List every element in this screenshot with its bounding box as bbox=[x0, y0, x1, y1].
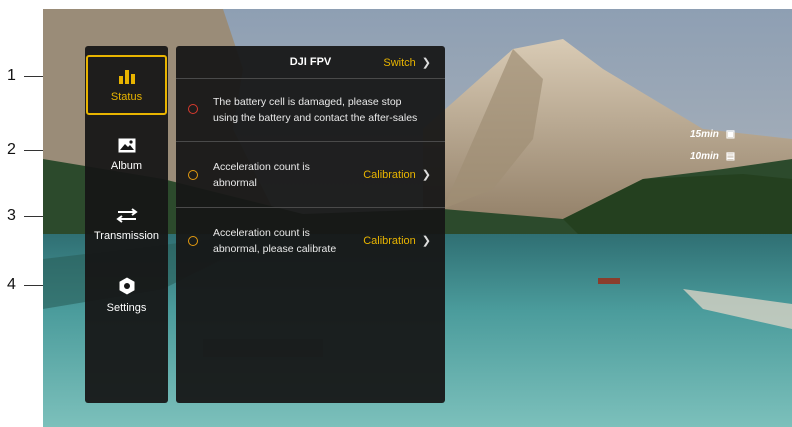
sidebar: Status Album Transmission Settings bbox=[85, 46, 168, 403]
warning-icon bbox=[188, 236, 198, 246]
sidebar-item-label: Settings bbox=[106, 302, 147, 314]
image-icon bbox=[118, 138, 135, 153]
chevron-right-icon: ❯ bbox=[421, 169, 431, 181]
callout-number-3: 3 bbox=[7, 207, 16, 224]
calibration-button[interactable]: Calibration ❯ bbox=[363, 234, 431, 247]
goggles-icon: ▤ bbox=[725, 151, 736, 162]
switch-label: Switch bbox=[383, 57, 416, 69]
callout-number-2: 2 bbox=[7, 141, 16, 158]
status-row-battery: The battery cell is damaged, please stop… bbox=[176, 79, 445, 141]
calibration-label: Calibration bbox=[363, 169, 416, 181]
message-line-2: abnormal, please calibrate bbox=[213, 243, 337, 255]
status-message: The battery cell is damaged, please stop… bbox=[213, 94, 417, 126]
aircraft-time-value: 15min bbox=[690, 129, 719, 140]
status-row-acceleration-1: Acceleration count is abnormal Calibrati… bbox=[176, 142, 445, 207]
error-icon bbox=[188, 104, 198, 114]
aircraft-flight-time: 15min ▣ bbox=[690, 129, 735, 140]
message-line-1: The battery cell is damaged, please stop bbox=[213, 96, 402, 108]
status-panel: DJI FPV Switch ❯ The battery cell is dama… bbox=[176, 46, 445, 403]
hexagon-gear-icon bbox=[119, 277, 134, 295]
sidebar-item-status[interactable]: Status bbox=[86, 55, 167, 115]
message-line-2: abnormal bbox=[213, 177, 257, 189]
warning-icon bbox=[188, 170, 198, 180]
status-row-acceleration-2: Acceleration count is abnormal, please c… bbox=[176, 208, 445, 273]
chevron-right-icon: ❯ bbox=[421, 235, 431, 247]
sidebar-item-album[interactable]: Album bbox=[85, 138, 168, 178]
message-line-2: using the battery and contact the after-… bbox=[213, 112, 418, 124]
message-line-1: Acceleration count is bbox=[213, 227, 310, 239]
switch-button[interactable]: Switch ❯ bbox=[383, 56, 431, 69]
sidebar-item-label: Status bbox=[110, 91, 143, 103]
calibration-button[interactable]: Calibration ❯ bbox=[363, 168, 431, 181]
goggles-time: 10min ▤ bbox=[690, 151, 735, 162]
sidebar-item-label: Album bbox=[110, 160, 143, 172]
bar-chart-icon bbox=[118, 70, 135, 84]
callout-number-4: 4 bbox=[7, 276, 16, 293]
transfer-arrows-icon bbox=[115, 208, 138, 223]
message-line-1: Acceleration count is bbox=[213, 161, 310, 173]
aircraft-icon: ▣ bbox=[725, 129, 736, 140]
sidebar-item-settings[interactable]: Settings bbox=[85, 277, 168, 317]
sidebar-item-transmission[interactable]: Transmission bbox=[85, 208, 168, 248]
sidebar-item-label: Transmission bbox=[94, 230, 159, 242]
chevron-right-icon: ❯ bbox=[421, 57, 431, 69]
goggles-time-value: 10min bbox=[690, 151, 719, 162]
status-message: Acceleration count is abnormal, please c… bbox=[213, 225, 336, 257]
callout-number-1: 1 bbox=[7, 67, 16, 84]
status-message: Acceleration count is abnormal bbox=[213, 159, 310, 191]
calibration-label: Calibration bbox=[363, 235, 416, 247]
